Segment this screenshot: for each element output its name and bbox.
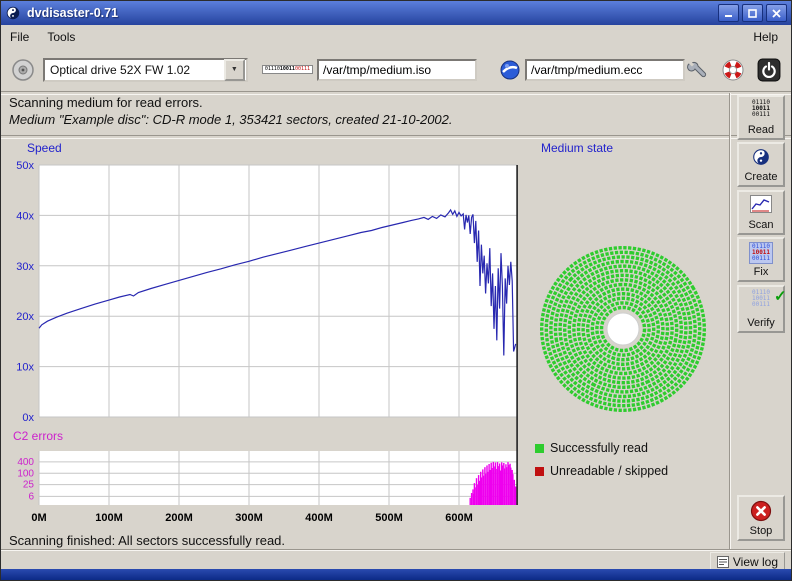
drive-select-combo[interactable]: Optical drive 52X FW 1.02 ▼ [43, 58, 248, 82]
help-lifering-icon[interactable] [721, 58, 745, 82]
fix-binary-icon: 01110 10011 00111 [739, 242, 783, 264]
titlebar: dvdisaster-0.71 [1, 1, 791, 25]
svg-text:200M: 200M [165, 512, 193, 524]
svg-text:400M: 400M [305, 512, 333, 524]
svg-text:25: 25 [23, 480, 35, 491]
disc-visualization [533, 239, 713, 419]
c2-chart-title: C2 errors [13, 429, 63, 443]
svg-text:30x: 30x [16, 261, 34, 273]
scan-button-label: Scan [748, 219, 773, 231]
svg-text:600M: 600M [445, 512, 473, 524]
window-frame-bottom [1, 569, 791, 580]
verify-button[interactable]: 01110 10011 00111 ✓ Verify [737, 285, 785, 333]
medium-state-legend: Successfully read Unreadable / skipped [535, 441, 668, 487]
read-button-label: Read [748, 124, 774, 136]
medium-info-text: Medium "Example disc": CD-R mode 1, 3534… [9, 112, 453, 127]
preferences-wrench-icon[interactable] [685, 58, 709, 82]
verify-check-icon: 01110 10011 00111 ✓ [739, 290, 783, 308]
svg-text:0M: 0M [31, 512, 46, 524]
close-button[interactable] [766, 4, 787, 22]
svg-text:100M: 100M [95, 512, 123, 524]
scan-status-text: Scanning medium for read errors. [9, 95, 203, 110]
scan-button[interactable]: Scan [737, 190, 785, 235]
scan-chart-icon [739, 195, 783, 213]
stop-icon [739, 500, 783, 522]
read-binary-icon: 01110 10011 00111 [739, 100, 783, 118]
speed-c2-chart: 0M 100M 200M 300M 400M 500M 600M 0x 10x 20x 30x 40x… [5, 159, 539, 533]
finish-status-text: Scanning finished: All sectors successfu… [9, 533, 285, 548]
quit-power-icon[interactable] [757, 58, 781, 82]
drive-icon [11, 58, 35, 82]
app-window: dvdisaster-0.71 File Tools Help [0, 0, 792, 581]
success-swatch [535, 444, 544, 453]
success-label: Successfully read [550, 441, 648, 455]
image-icon-row: 10011 [280, 67, 295, 72]
app-logo-yinyang-icon [5, 5, 21, 21]
minimize-button[interactable] [718, 4, 739, 22]
action-sidebar: 01110 10011 00111 Read Create [729, 93, 792, 549]
svg-text:0x: 0x [22, 412, 34, 424]
stop-button[interactable]: Stop [737, 495, 785, 541]
create-button[interactable]: Create [737, 142, 785, 187]
ecc-path-input[interactable] [525, 59, 685, 81]
iso-path-input[interactable] [317, 59, 477, 81]
log-icon [717, 556, 729, 568]
view-log-label: View log [733, 555, 778, 569]
unreadable-swatch [535, 467, 544, 476]
svg-text:500M: 500M [375, 512, 403, 524]
fix-button-label: Fix [754, 266, 769, 278]
svg-text:20x: 20x [16, 311, 34, 323]
toolbar: Optical drive 52X FW 1.02 ▼ 01110 10011 … [1, 48, 791, 91]
create-yinyang-icon [739, 147, 783, 167]
svg-text:50x: 50x [16, 160, 34, 172]
svg-text:6: 6 [28, 491, 34, 502]
legend-row-unreadable: Unreadable / skipped [535, 464, 668, 478]
chart-panel: Speed 0M 100M 200M 300M 400M 500M 600M 0x 10x 20x… [5, 141, 539, 533]
chevron-down-icon[interactable]: ▼ [224, 59, 245, 81]
menubar: File Tools Help [1, 25, 791, 48]
svg-text:100: 100 [17, 468, 34, 479]
window-title: dvdisaster-0.71 [27, 6, 118, 20]
menu-tools[interactable]: Tools [38, 27, 84, 47]
legend-row-success: Successfully read [535, 441, 668, 455]
speed-chart-title: Speed [27, 141, 62, 155]
binary-row: 00111 [752, 256, 770, 262]
read-button[interactable]: 01110 10011 00111 Read [737, 95, 785, 140]
fix-button[interactable]: 01110 10011 00111 Fix [737, 237, 785, 282]
medium-state-panel: Medium state Successfully read Unreadabl… [533, 141, 731, 533]
svg-text:10x: 10x [16, 362, 34, 374]
create-button-label: Create [744, 171, 777, 183]
unreadable-label: Unreadable / skipped [550, 464, 668, 478]
binary-row: 00111 [752, 302, 770, 308]
status-separator [1, 135, 791, 139]
image-icon-row: 01110 [265, 67, 280, 72]
stop-button-label: Stop [750, 525, 773, 537]
image-icon-row: 00111 [295, 67, 310, 72]
drive-select-value: Optical drive 52X FW 1.02 [45, 63, 224, 77]
medium-state-title: Medium state [541, 141, 613, 155]
check-glyph: ✓ [774, 287, 787, 305]
svg-text:400: 400 [17, 457, 34, 468]
verify-button-label: Verify [747, 317, 775, 329]
maximize-button[interactable] [742, 4, 763, 22]
menu-file[interactable]: File [1, 27, 38, 47]
ecc-file-icon [499, 59, 521, 81]
svg-text:40x: 40x [16, 210, 34, 222]
menu-help[interactable]: Help [744, 27, 787, 47]
svg-text:300M: 300M [235, 512, 263, 524]
binary-row: 00111 [752, 112, 770, 118]
image-file-icon: 01110 10011 00111 [262, 65, 313, 74]
